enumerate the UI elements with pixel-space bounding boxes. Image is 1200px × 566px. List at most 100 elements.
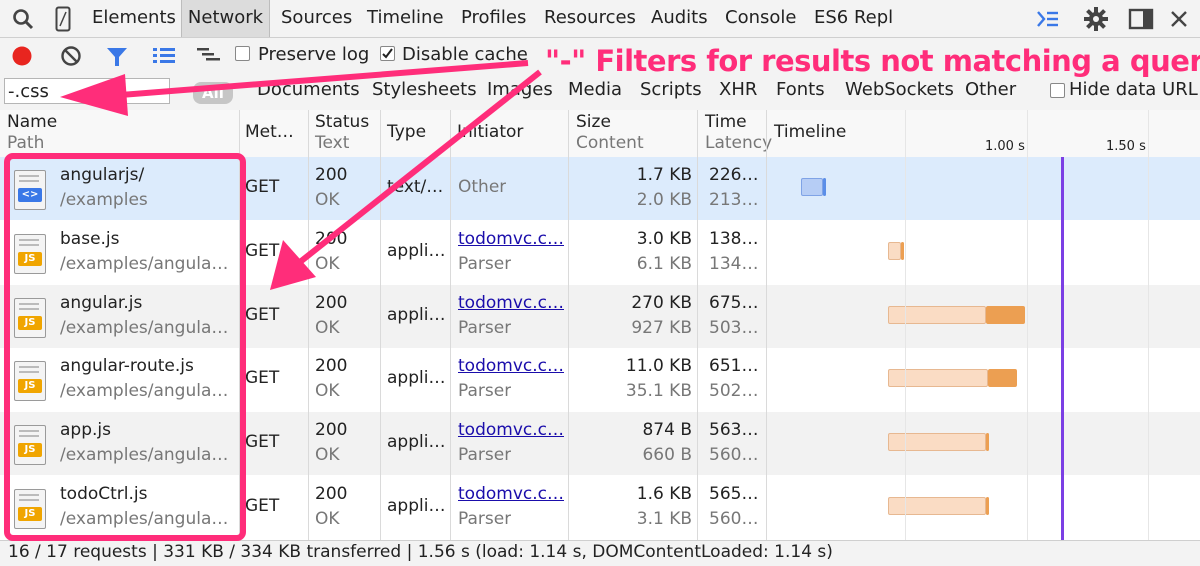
search-icon[interactable] bbox=[12, 8, 34, 30]
request-status-text: OK bbox=[315, 253, 340, 274]
dock-side-icon[interactable] bbox=[1128, 8, 1154, 30]
table-row[interactable]: JS app.js /examples/angula… GET 200 OK a… bbox=[0, 412, 1200, 476]
js-icon: JS bbox=[14, 425, 46, 466]
tab-profiles[interactable]: Profiles bbox=[461, 0, 526, 37]
timeline-bar-waiting[interactable] bbox=[888, 241, 901, 260]
clear-icon[interactable] bbox=[60, 45, 82, 67]
request-path: /examples/angula… bbox=[60, 445, 229, 466]
filter-type-media[interactable]: Media bbox=[568, 79, 622, 100]
close-icon[interactable] bbox=[1170, 10, 1188, 28]
tab-audits[interactable]: Audits bbox=[651, 0, 708, 37]
col-status-header[interactable]: Status bbox=[315, 112, 369, 132]
tab-elements[interactable]: Elements bbox=[92, 0, 176, 37]
initiator-link[interactable]: todomvc.c… bbox=[458, 229, 566, 249]
request-latency: 502… bbox=[709, 381, 759, 402]
col-initiator-header[interactable]: Initiator bbox=[457, 122, 523, 142]
initiator-link[interactable]: todomvc.c… bbox=[458, 420, 566, 440]
tab-network[interactable]: Network bbox=[181, 0, 270, 37]
timeline-bar-waiting[interactable] bbox=[801, 178, 823, 196]
initiator-link[interactable]: todomvc.c… bbox=[458, 484, 566, 504]
large-rows-icon[interactable] bbox=[152, 47, 176, 65]
request-time: 226… bbox=[709, 165, 759, 185]
tab-resources[interactable]: Resources bbox=[544, 0, 636, 37]
tab-timeline[interactable]: Timeline bbox=[367, 0, 444, 37]
request-type: appli… bbox=[387, 304, 446, 325]
col-name-header[interactable]: Name bbox=[7, 112, 57, 132]
request-content-size: 35.1 KB bbox=[625, 381, 692, 402]
request-status: 200 bbox=[315, 228, 348, 249]
filter-type-documents[interactable]: Documents bbox=[257, 79, 360, 100]
col-path-header: Path bbox=[7, 133, 45, 153]
overview-icon[interactable] bbox=[196, 47, 222, 65]
timeline-bar-download[interactable] bbox=[822, 178, 826, 196]
col-latency-header: Latency bbox=[705, 133, 773, 153]
initiator-link[interactable]: todomvc.c… bbox=[458, 356, 566, 376]
request-time: 565… bbox=[709, 484, 759, 504]
request-latency: 134… bbox=[709, 253, 759, 274]
request-time: 563… bbox=[709, 420, 759, 441]
timeline-bar-download[interactable] bbox=[900, 241, 904, 260]
initiator-link[interactable]: todomvc.c… bbox=[458, 293, 566, 313]
col-time-header[interactable]: Time bbox=[705, 112, 747, 132]
request-size: 11.0 KB bbox=[625, 356, 692, 377]
filter-input[interactable]: -.css bbox=[4, 78, 170, 104]
request-latency: 213… bbox=[709, 190, 759, 210]
filter-type-scripts[interactable]: Scripts bbox=[640, 79, 702, 100]
timeline-tick-1: 1.00 s bbox=[985, 139, 1025, 154]
timeline-bar-download[interactable] bbox=[985, 305, 1025, 324]
filter-type-other[interactable]: Other bbox=[965, 79, 1016, 100]
request-content-size: 2.0 KB bbox=[636, 190, 692, 210]
gear-icon[interactable] bbox=[1083, 6, 1109, 32]
request-size: 3.0 KB bbox=[636, 228, 692, 249]
table-row[interactable]: JS angular.js /examples/angula… GET 200 … bbox=[0, 284, 1200, 348]
filter-type-stylesheets[interactable]: Stylesheets bbox=[372, 79, 477, 100]
col-method-header[interactable]: Met… bbox=[245, 122, 294, 142]
console-drawer-icon[interactable] bbox=[1036, 9, 1060, 29]
tab-sources[interactable]: Sources bbox=[281, 0, 352, 37]
table-row[interactable]: JS base.js /examples/angula… GET 200 OK … bbox=[0, 220, 1200, 284]
request-name: todoCtrl.js bbox=[60, 484, 148, 504]
request-path: /examples/angula… bbox=[60, 317, 229, 338]
timeline-bar-waiting[interactable] bbox=[888, 433, 986, 452]
filter-icon[interactable] bbox=[106, 46, 128, 68]
request-type: text/… bbox=[387, 177, 444, 197]
tab-es6-repl[interactable]: ES6 Repl bbox=[814, 0, 893, 37]
timeline-bar-waiting[interactable] bbox=[888, 497, 986, 515]
record-icon[interactable] bbox=[11, 45, 33, 67]
preserve-log-checkbox[interactable] bbox=[235, 46, 250, 61]
device-mode-icon[interactable] bbox=[55, 6, 71, 32]
filter-type-xhr[interactable]: XHR bbox=[719, 79, 757, 100]
col-timeline-header[interactable]: Timeline bbox=[774, 122, 846, 142]
col-type-header[interactable]: Type bbox=[387, 122, 426, 142]
request-type: appli… bbox=[387, 368, 446, 389]
col-size-header[interactable]: Size bbox=[576, 112, 611, 132]
hide-data-url-label: Hide data URL bbox=[1069, 79, 1198, 100]
tab-console[interactable]: Console bbox=[725, 0, 796, 37]
request-size: 270 KB bbox=[631, 292, 692, 313]
disable-cache-checkbox[interactable] bbox=[380, 46, 395, 61]
table-row[interactable]: <> angularjs/ /examples GET 200 OK text/… bbox=[0, 157, 1200, 220]
checkmark-icon bbox=[382, 48, 393, 59]
timeline-bar-download[interactable] bbox=[985, 433, 989, 452]
js-icon: JS bbox=[14, 361, 46, 402]
request-path: /examples/angula… bbox=[60, 253, 229, 274]
filter-type-websockets[interactable]: WebSockets bbox=[845, 79, 954, 100]
load-event-line bbox=[1061, 157, 1065, 540]
request-method: GET bbox=[245, 304, 280, 325]
timeline-bar-download[interactable] bbox=[985, 497, 989, 515]
request-status: 200 bbox=[315, 292, 348, 313]
request-type: appli… bbox=[387, 240, 446, 261]
request-content-size: 3.1 KB bbox=[636, 509, 692, 529]
status-summary: 16 / 17 requests | 331 KB / 334 KB trans… bbox=[8, 542, 833, 562]
filter-type-fonts[interactable]: Fonts bbox=[776, 79, 825, 100]
filter-type-images[interactable]: Images bbox=[487, 79, 553, 100]
hide-data-url-checkbox[interactable] bbox=[1050, 83, 1065, 98]
request-type: appli… bbox=[387, 496, 446, 516]
table-row[interactable]: JS angular-route.js /examples/angula… GE… bbox=[0, 348, 1200, 412]
table-row[interactable]: JS todoCtrl.js /examples/angula… GET 200… bbox=[0, 476, 1200, 539]
timeline-bar-download[interactable] bbox=[988, 369, 1018, 388]
timeline-bar-waiting[interactable] bbox=[888, 369, 989, 388]
timeline-tick-2: 1.50 s bbox=[1106, 139, 1146, 154]
filter-type-all[interactable]: All bbox=[193, 82, 233, 104]
timeline-bar-waiting[interactable] bbox=[888, 305, 986, 324]
